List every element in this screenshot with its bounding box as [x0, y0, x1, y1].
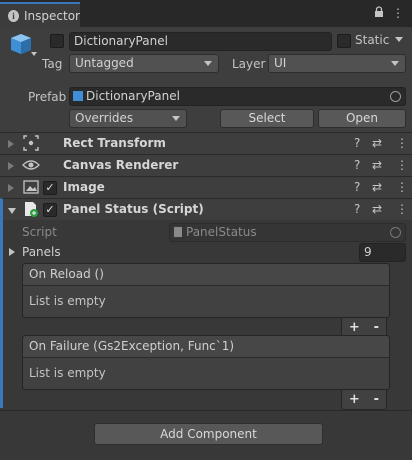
active-checkbox[interactable]	[50, 34, 64, 48]
chevron-down-icon	[172, 116, 180, 121]
event-list-on-failure: On Failure (Gs2Exception, Func`1) List i…	[22, 335, 390, 390]
settings-sliders-icon[interactable]: ⇄	[372, 180, 382, 194]
component-title: Canvas Renderer	[63, 158, 179, 172]
help-icon[interactable]: ?	[354, 158, 360, 172]
gameobject-icon[interactable]	[9, 32, 39, 65]
component-title: Rect Transform	[63, 136, 166, 150]
component-title: Image	[63, 180, 105, 194]
static-label: Static	[355, 33, 390, 47]
add-button[interactable]: +	[349, 320, 360, 335]
list-empty-text: List is empty	[29, 294, 106, 308]
chevron-down-icon	[204, 61, 212, 66]
menu-icon[interactable]: ⋮	[396, 180, 408, 194]
settings-sliders-icon[interactable]: ⇄	[372, 202, 382, 216]
help-icon[interactable]: ?	[354, 136, 360, 150]
menu-icon[interactable]: ⋮	[392, 6, 404, 21]
component-panel-status[interactable]: ✓ Panel Status (Script) ? ⇄ ⋮	[0, 198, 412, 220]
event-header: On Failure (Gs2Exception, Func`1)	[23, 336, 389, 358]
menu-icon[interactable]: ⋮	[396, 136, 408, 150]
menu-icon[interactable]: ⋮	[396, 158, 408, 172]
script-label: Script	[22, 225, 57, 239]
component-rect-transform[interactable]: Rect Transform ? ⇄ ⋮	[0, 132, 412, 154]
settings-sliders-icon[interactable]: ⇄	[372, 158, 382, 172]
rect-transform-icon	[23, 135, 39, 154]
script-file-icon	[174, 227, 182, 237]
event-list-on-reload: On Reload () List is empty	[22, 263, 390, 318]
settings-sliders-icon[interactable]: ⇄	[372, 136, 382, 150]
script-value: PanelStatus	[186, 225, 257, 239]
tab-icons: ⋮	[374, 6, 404, 21]
collapse-arrow-icon[interactable]	[8, 162, 14, 170]
chevron-down-icon	[391, 61, 399, 66]
enabled-checkbox[interactable]: ✓	[43, 181, 57, 195]
lock-icon[interactable]	[374, 6, 384, 21]
component-title: Panel Status (Script)	[63, 202, 204, 216]
prefab-value: DictionaryPanel	[86, 89, 180, 103]
layer-label: Layer	[232, 57, 266, 71]
menu-icon[interactable]: ⋮	[396, 202, 408, 216]
info-icon: i	[8, 9, 20, 22]
layer-dropdown[interactable]: UI	[268, 54, 406, 73]
target-icon	[390, 227, 401, 238]
static-dropdown-arrow[interactable]	[395, 37, 403, 42]
image-icon	[23, 179, 39, 198]
static-checkbox[interactable]	[337, 34, 351, 48]
tab-label: Inspector	[24, 8, 80, 23]
open-button[interactable]: Open	[318, 109, 406, 128]
panels-fold-arrow-icon[interactable]	[9, 248, 15, 256]
expand-arrow-icon[interactable]	[8, 208, 16, 214]
eye-icon	[22, 157, 40, 176]
select-button[interactable]: Select	[220, 109, 314, 128]
collapse-arrow-icon[interactable]	[8, 184, 14, 192]
collapse-arrow-icon[interactable]	[8, 140, 14, 148]
selection-indicator	[0, 220, 3, 408]
script-field: PanelStatus	[169, 223, 406, 242]
prefab-label: Prefab	[28, 90, 67, 104]
remove-button[interactable]: -	[374, 320, 379, 335]
script-icon	[23, 201, 39, 220]
tag-label: Tag	[42, 57, 63, 71]
target-icon[interactable]	[390, 91, 401, 102]
event-header: On Reload ()	[23, 264, 389, 286]
tag-dropdown[interactable]: Untagged	[69, 54, 219, 73]
help-icon[interactable]: ?	[354, 202, 360, 216]
panels-label[interactable]: Panels	[22, 245, 61, 259]
tag-value: Untagged	[75, 56, 134, 70]
list-empty-text: List is empty	[29, 366, 106, 380]
name-field[interactable]: DictionaryPanel	[69, 32, 332, 51]
prefab-icon	[73, 91, 83, 101]
component-image[interactable]: ✓ Image ? ⇄ ⋮	[0, 176, 412, 198]
tab-inspector[interactable]: i Inspector	[0, 2, 80, 27]
remove-button[interactable]: -	[374, 392, 379, 407]
overrides-label: Overrides	[75, 111, 134, 125]
help-icon[interactable]: ?	[354, 180, 360, 194]
divider	[0, 410, 412, 411]
layer-value: UI	[274, 56, 287, 70]
panels-size-field[interactable]: 9	[359, 243, 406, 262]
add-component-button[interactable]: Add Component	[94, 423, 323, 445]
add-button[interactable]: +	[349, 392, 360, 407]
list-add-remove: + -	[341, 390, 387, 410]
enabled-checkbox[interactable]: ✓	[43, 203, 57, 217]
prefab-field[interactable]: DictionaryPanel	[69, 87, 406, 106]
overrides-dropdown[interactable]: Overrides	[69, 109, 187, 128]
component-canvas-renderer[interactable]: Canvas Renderer ? ⇄ ⋮	[0, 154, 412, 176]
